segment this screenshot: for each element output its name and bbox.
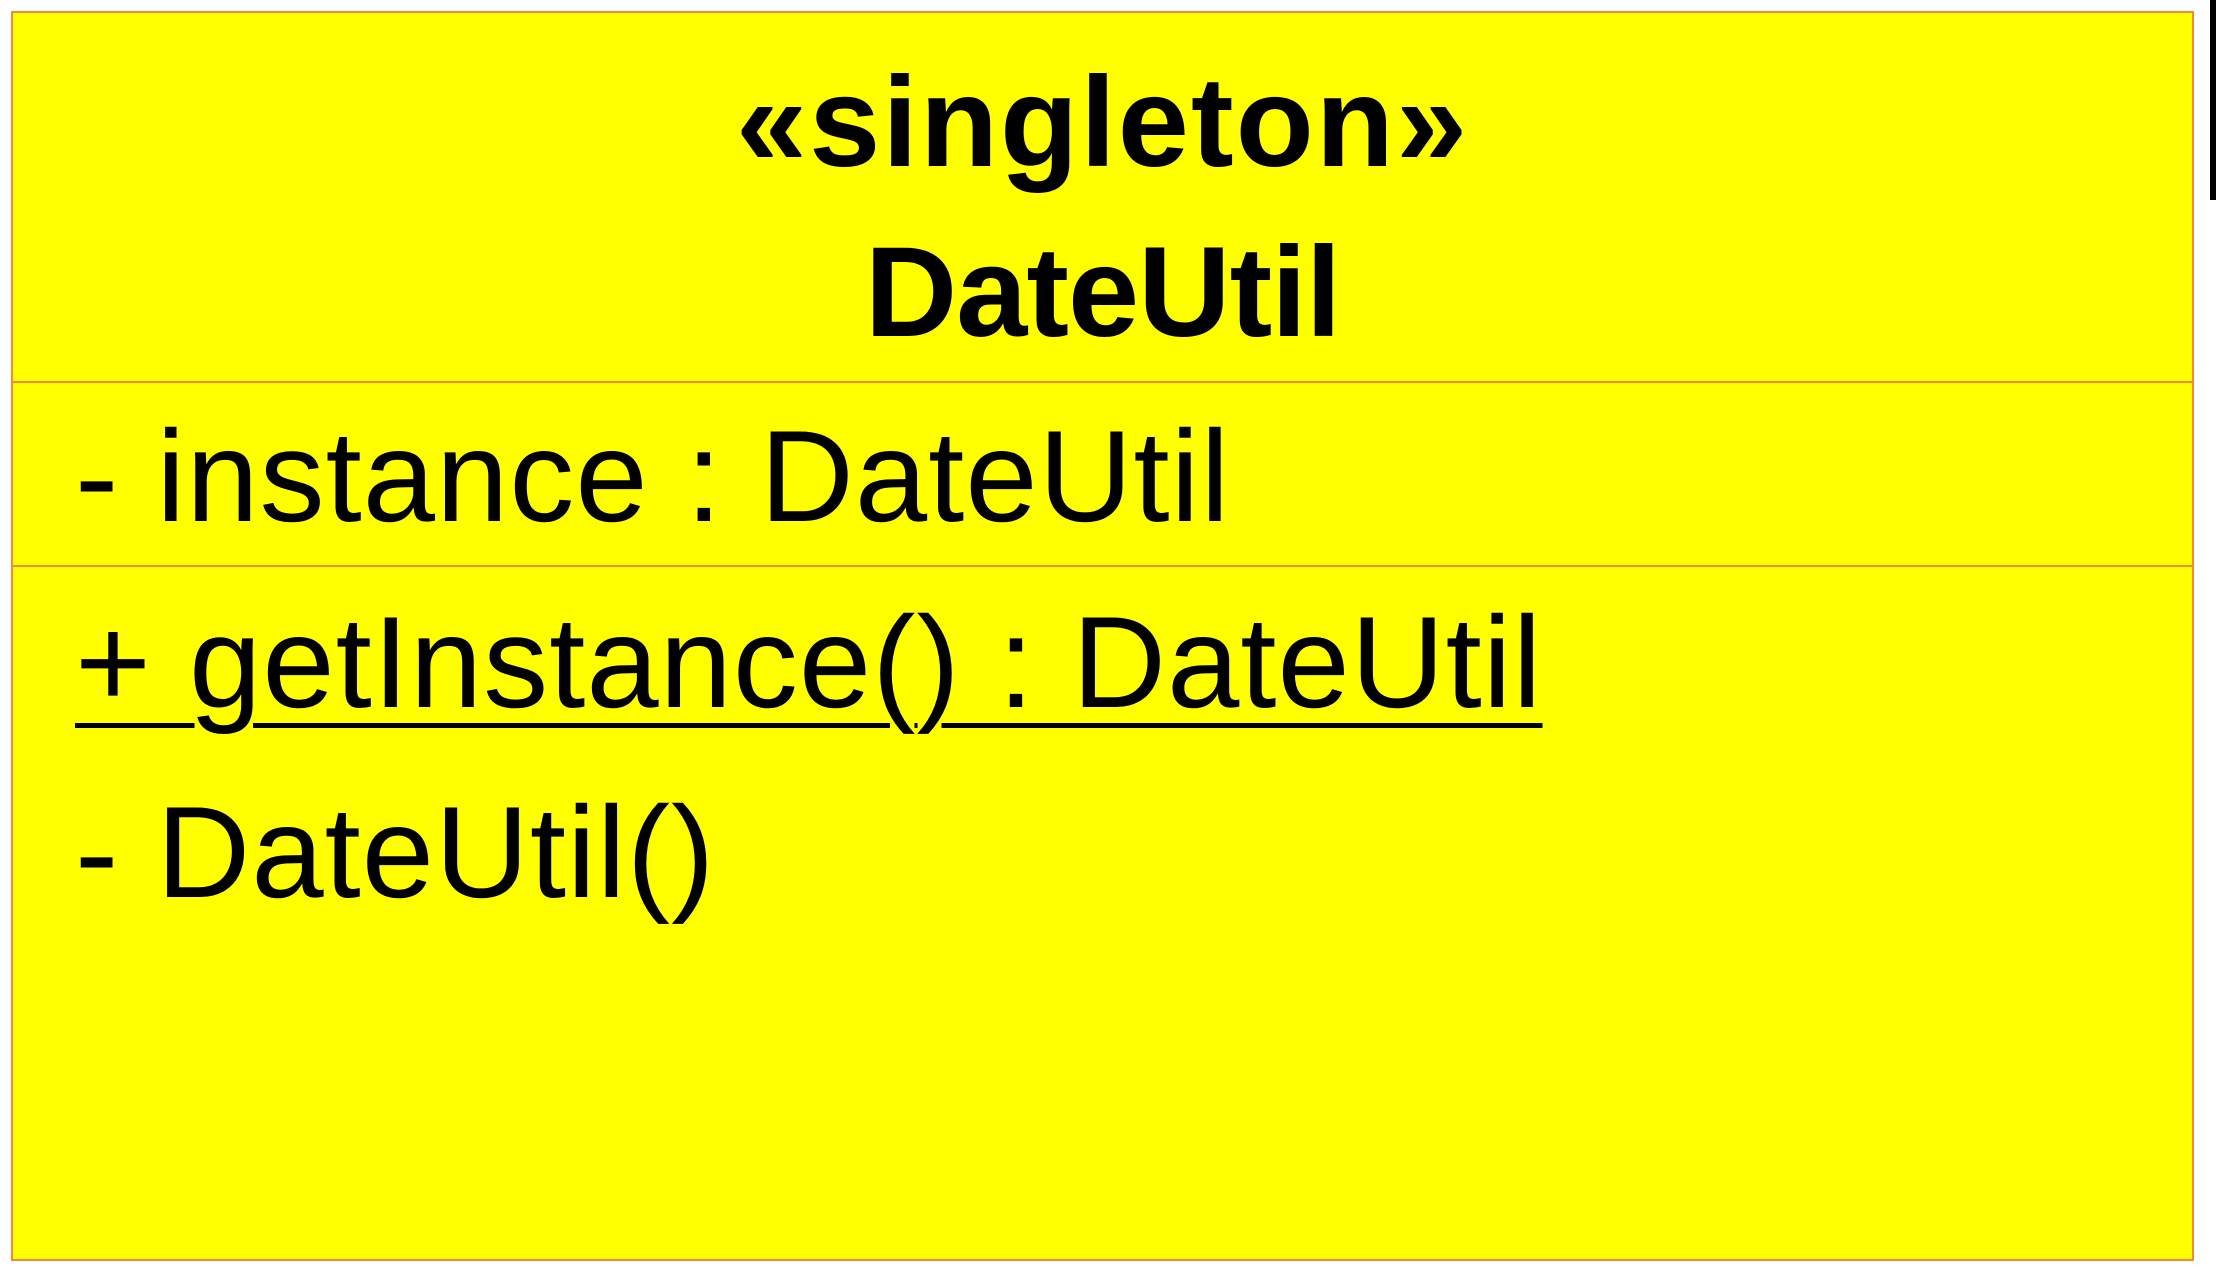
operation-constructor: - DateUtil()	[75, 779, 716, 925]
operation-get-instance: + getInstance() : DateUtil	[75, 589, 1543, 735]
diagram-canvas: «singleton» DateUtil - instance : DateUt…	[0, 0, 2228, 1287]
attribute-instance: - instance : DateUtil	[75, 403, 1231, 549]
right-edge-scrollbar	[2208, 0, 2228, 1287]
class-name-compartment: «singleton» DateUtil	[13, 13, 2192, 383]
operations-compartment: + getInstance() : DateUtil - DateUtil()	[13, 567, 2192, 1259]
class-stereotype: «singleton»	[735, 51, 1470, 194]
right-edge-bar	[2210, 0, 2216, 200]
attributes-compartment: - instance : DateUtil	[13, 383, 2192, 567]
class-name: DateUtil	[864, 221, 1342, 364]
uml-class-box: «singleton» DateUtil - instance : DateUt…	[11, 11, 2194, 1261]
